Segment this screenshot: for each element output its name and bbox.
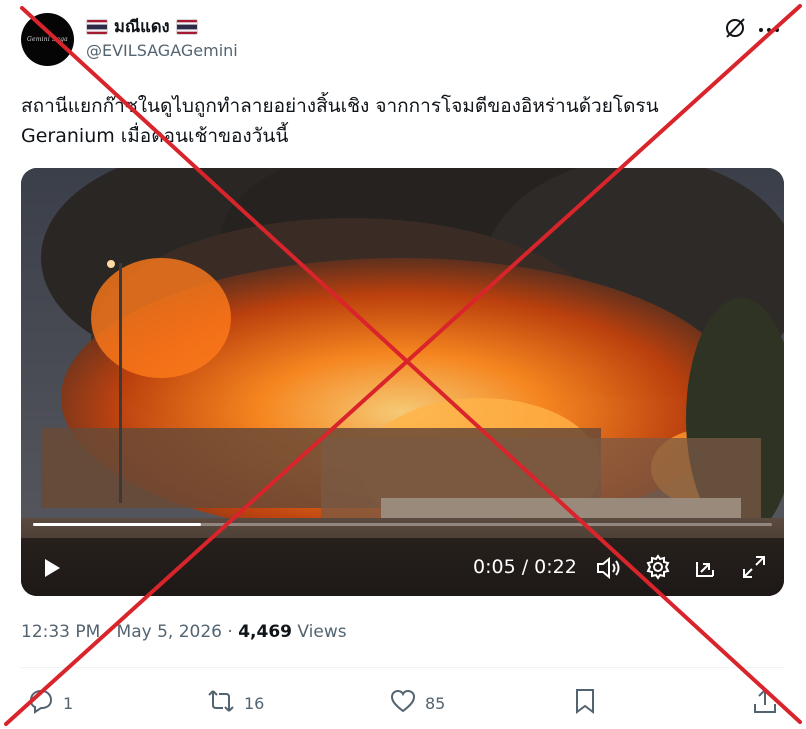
views-label: Views [297,622,347,642]
like-count: 85 [425,693,446,713]
volume-icon[interactable] [595,555,623,581]
meta-dot: · [227,622,233,642]
display-name[interactable]: มณีแดง [114,14,170,40]
avatar[interactable]: Gemini Saga [21,13,74,66]
thai-flag-icon [175,19,198,35]
duration: 0:22 [534,556,577,578]
bookmark-icon [573,687,597,719]
current-time: 0:05 [473,556,516,578]
tweet-text-line: สถานีแยกก๊าซในดูไบถูกทำลายอย่างสิ้นเชิง … [21,95,659,117]
avatar-logo-text: Gemini Saga [27,36,68,43]
reply-count: 1 [63,693,74,713]
post-date[interactable]: May 5, 2026 [117,622,222,642]
grok-icon[interactable] [723,16,747,44]
fullscreen-icon[interactable] [741,554,767,580]
like-button[interactable]: 85 [389,687,445,719]
retweet-icon [206,687,236,719]
tweet-text: สถานีแยกก๊าซในดูไบถูกทำลายอย่างสิ้นเชิง … [21,91,781,151]
user-handle[interactable]: @EVILSAGAGemini [86,41,238,60]
video-progress-fill [33,523,201,526]
reply-button[interactable]: 1 [27,687,73,719]
more-icon[interactable] [758,19,780,38]
tweet-text-line: Geranium เมื่อตอนเช้าของวันนี้ [21,125,289,147]
views-count: 4,469 [238,622,292,642]
bookmark-button[interactable] [573,687,597,719]
like-icon [389,687,417,719]
retweet-count: 16 [244,693,265,713]
tweet-meta: 12:33 PM · May 5, 2026 · 4,469 Views [21,622,347,642]
author-name-row[interactable]: มณีแดง [86,14,198,40]
retweet-button[interactable]: 16 [206,687,264,719]
share-button[interactable] [752,687,778,719]
pip-icon[interactable] [693,554,719,580]
thai-flag-icon [86,19,108,35]
divider [21,667,784,668]
meta-dot: · [105,622,112,642]
play-icon[interactable] [43,558,61,578]
video-player[interactable]: 0:05 / 0:22 [21,168,784,596]
video-frame-fire [21,168,784,596]
video-time: 0:05 / 0:22 [473,556,577,578]
video-progress-bar[interactable] [33,523,772,526]
reply-icon [27,687,55,719]
share-icon [752,687,778,719]
settings-icon[interactable] [645,554,671,580]
post-time[interactable]: 12:33 PM [21,622,100,642]
video-controls: 0:05 / 0:22 [21,548,784,588]
time-separator: / [521,556,529,578]
